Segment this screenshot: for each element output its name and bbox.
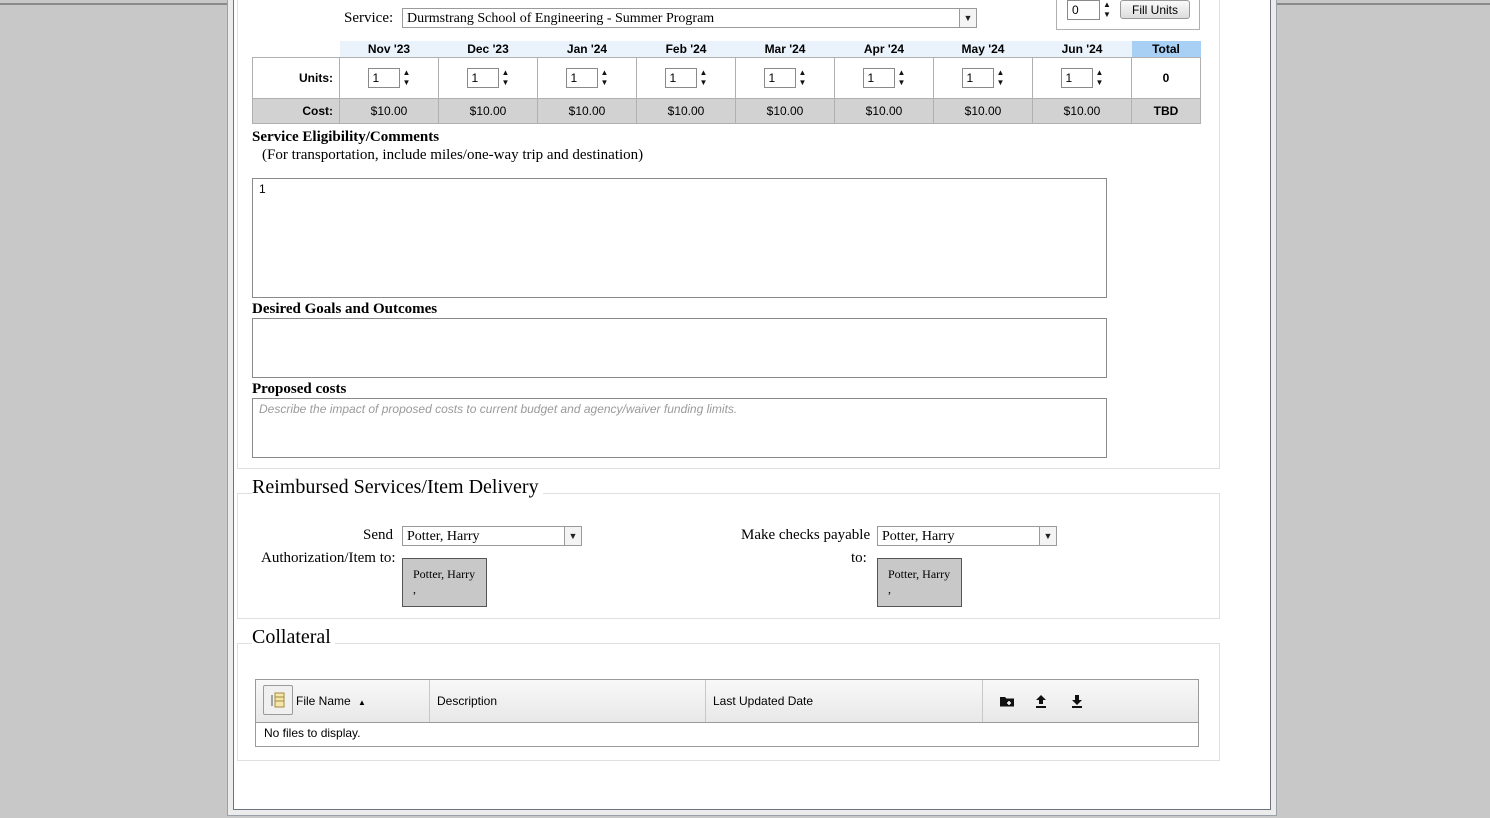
sort-ascending-icon: ▲ (358, 698, 366, 707)
send-to-card: Potter, Harry , (402, 558, 487, 607)
column-chooser-icon[interactable] (263, 685, 293, 715)
service-group-border (237, 0, 1220, 469)
new-folder-icon[interactable] (999, 693, 1015, 709)
file-grid-header: File Name ▲ Description Last Updated Dat… (256, 680, 1198, 723)
reimbursed-title: Reimbursed Services/Item Delivery (252, 476, 543, 499)
send-to-select[interactable]: Potter, Harry ▼ (402, 526, 582, 546)
collateral-title: Collateral (252, 626, 335, 649)
last-updated-column-header[interactable]: Last Updated Date (706, 680, 983, 722)
send-label-line1: Send (363, 527, 393, 543)
payable-to-select[interactable]: Potter, Harry ▼ (877, 526, 1057, 546)
send-label-line2: Authorization/Item to: (261, 550, 396, 566)
collateral-file-grid: File Name ▲ Description Last Updated Dat… (255, 679, 1199, 747)
file-name-header-label: File Name (296, 694, 351, 708)
download-icon[interactable] (1069, 693, 1085, 709)
payable-to-card-address: , (888, 582, 891, 596)
payable-to-card: Potter, Harry , (877, 558, 962, 607)
payable-to-value: Potter, Harry (882, 529, 955, 544)
payable-to-card-name: Potter, Harry (888, 567, 951, 581)
upload-icon[interactable] (1033, 693, 1049, 709)
chevron-down-icon[interactable]: ▼ (564, 527, 581, 545)
send-to-card-address: , (413, 582, 416, 596)
send-to-card-name: Potter, Harry (413, 567, 476, 581)
chevron-down-icon[interactable]: ▼ (1039, 527, 1056, 545)
empty-files-message: No files to display. (264, 726, 361, 740)
file-name-column-header[interactable]: File Name ▲ (290, 680, 430, 722)
send-to-value: Potter, Harry (407, 529, 480, 544)
payable-label-line1: Make checks payable (741, 527, 871, 543)
payable-label-line2: to: (851, 550, 867, 566)
description-column-header[interactable]: Description (430, 680, 706, 722)
